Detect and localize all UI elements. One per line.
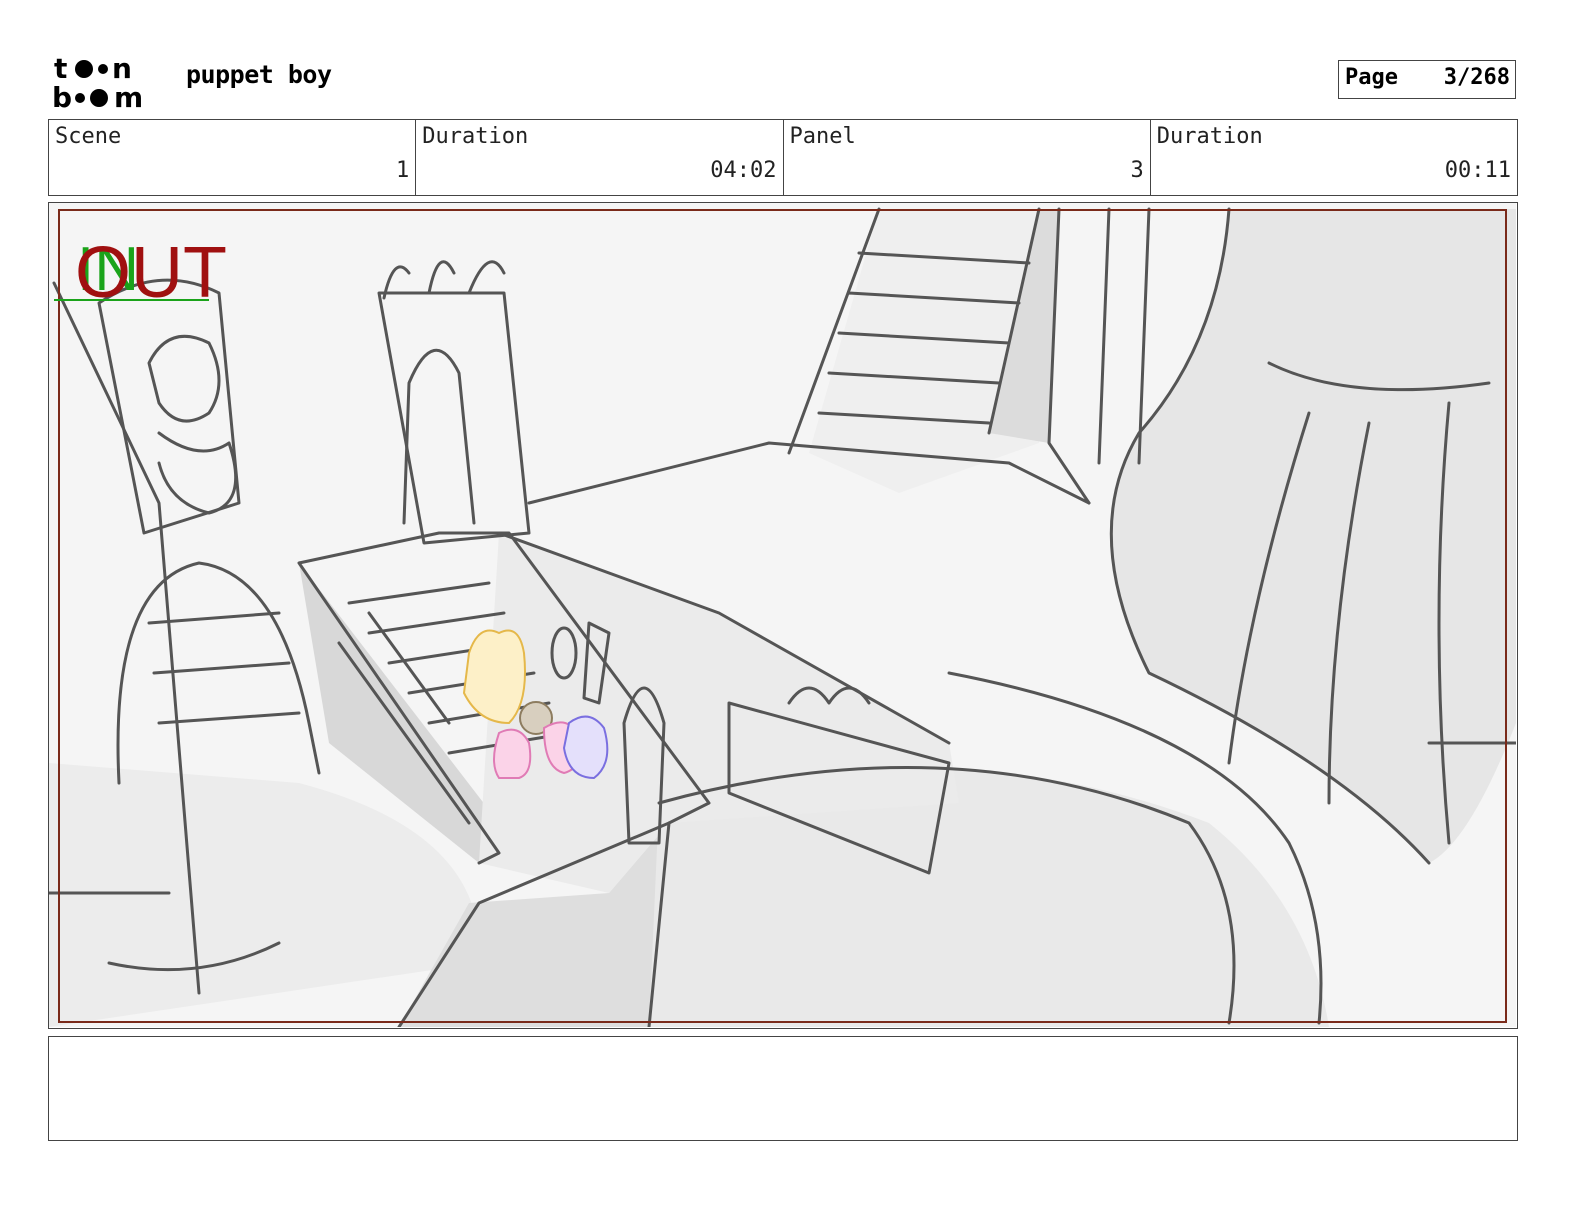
panel-info-bar: Scene 1 Duration 04:02 Panel 3 Duration … <box>48 119 1518 196</box>
scene-value: 1 <box>396 158 410 183</box>
svg-text:b: b <box>52 81 72 110</box>
panel-sketch <box>49 203 1516 1027</box>
page-indicator: Page 3/268 <box>1338 60 1516 99</box>
page-label: Page <box>1345 65 1398 90</box>
panel-cell: Panel 3 <box>784 120 1151 195</box>
panel-label: Panel <box>789 124 856 149</box>
scene-duration-label: Duration <box>422 124 529 149</box>
out-marker: OUT <box>75 233 227 313</box>
project-title: puppet boy <box>186 60 332 89</box>
panel-value: 3 <box>1130 158 1144 183</box>
storyboard-panel: IN OUT <box>48 202 1518 1029</box>
panel-duration-cell: Duration 00:11 <box>1151 120 1517 195</box>
svg-text:m: m <box>114 81 143 110</box>
toon-boom-logo: t n b m <box>52 52 164 114</box>
panel-duration-label: Duration <box>1156 124 1263 149</box>
scene-duration-value: 04:02 <box>710 158 777 183</box>
panel-duration-value: 00:11 <box>1444 158 1511 183</box>
scene-label: Scene <box>55 124 122 149</box>
page-value: 3/268 <box>1443 65 1510 90</box>
caption-box <box>48 1036 1518 1141</box>
scene-duration-cell: Duration 04:02 <box>416 120 784 195</box>
scene-cell: Scene 1 <box>49 120 417 195</box>
